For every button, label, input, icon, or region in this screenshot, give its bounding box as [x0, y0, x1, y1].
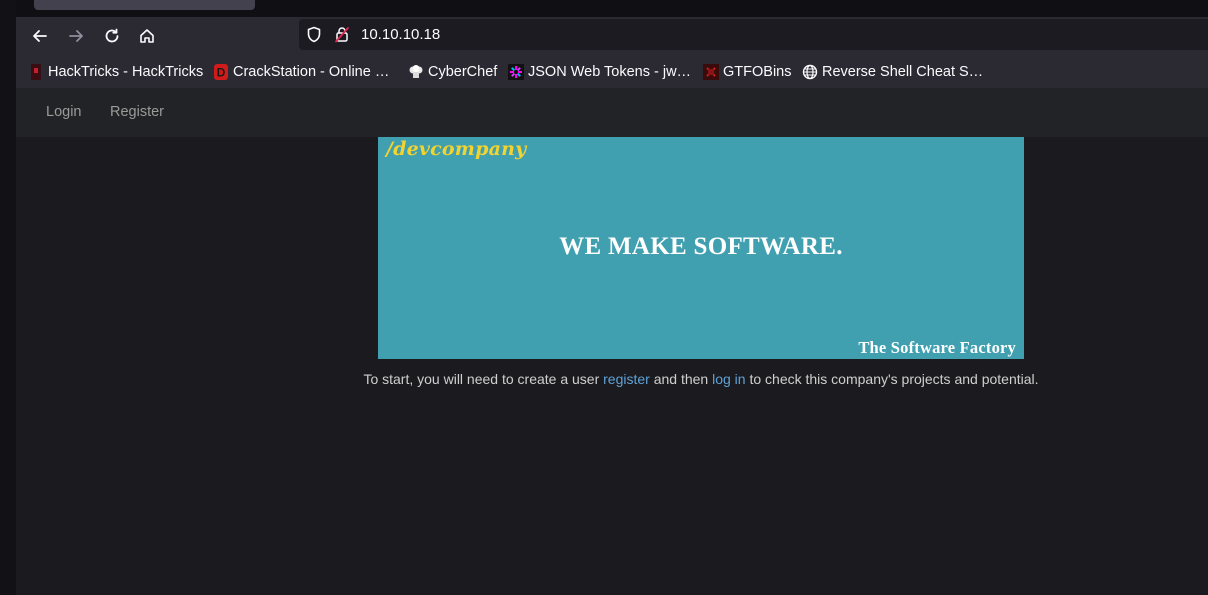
login-inline-link[interactable]: log in	[712, 371, 745, 387]
forward-button[interactable]	[62, 22, 90, 50]
bookmark-label: Reverse Shell Cheat S…	[822, 64, 984, 80]
reload-icon	[105, 28, 119, 43]
bookmark-label: CyberChef	[428, 64, 498, 80]
bookmark-jwt[interactable]: JSON Web Tokens - jw…	[508, 63, 691, 81]
bookmark-label: JSON Web Tokens - jw…	[528, 64, 692, 80]
intro-text-middle: and then	[649, 371, 713, 387]
back-button[interactable]	[26, 22, 54, 50]
home-button[interactable]	[133, 22, 161, 50]
tab-strip	[16, 0, 1208, 17]
bookmarks-toolbar: HackTricks - HackTricks D CrackStation -…	[16, 54, 1208, 88]
register-inline-link[interactable]: register	[603, 371, 650, 387]
hero-headline: WE MAKE SOFTWARE.	[559, 233, 843, 260]
arrow-left-icon	[33, 30, 47, 42]
intro-text-end: to check this company's projects and pot…	[745, 371, 1039, 387]
bookmark-crackstation[interactable]: D CrackStation - Online …	[213, 63, 389, 81]
site-navbar: Login Register	[16, 88, 1208, 137]
bookmark-hacktricks[interactable]: HackTricks - HackTricks	[28, 63, 203, 81]
hacktricks-icon	[28, 64, 44, 80]
svg-text:D: D	[217, 66, 226, 80]
browser-toolbar: 10.10.10.18	[16, 17, 1208, 54]
bookmark-label: CrackStation - Online …	[233, 64, 390, 80]
page-content: Login Register /devcompany WE MAKE SOFTW…	[16, 88, 1208, 595]
cyberchef-icon	[408, 64, 424, 80]
crackstation-icon: D	[213, 64, 229, 80]
shield-icon[interactable]	[306, 26, 322, 43]
bookmark-label: HackTricks - HackTricks	[48, 64, 204, 80]
active-tab[interactable]	[34, 0, 255, 10]
jwt-icon	[508, 64, 524, 80]
url-text[interactable]: 10.10.10.18	[361, 26, 440, 43]
bookmark-gtfobins[interactable]: GTFOBins	[703, 63, 791, 81]
bookmark-label: GTFOBins	[723, 64, 792, 80]
intro-text: To start, you will need to create a user…	[16, 371, 1208, 387]
hero-banner: /devcompany WE MAKE SOFTWARE. The Softwa…	[378, 137, 1024, 359]
brand-logo-text: /devcompany	[386, 138, 527, 160]
bookmark-cyberchef[interactable]: CyberChef	[408, 63, 497, 81]
bookmark-reverse-shell[interactable]: Reverse Shell Cheat S…	[802, 63, 983, 81]
intro-text-start: To start, you will need to create a user	[363, 371, 604, 387]
register-link[interactable]: Register	[110, 104, 164, 120]
arrow-right-icon	[69, 30, 83, 42]
home-icon	[140, 29, 154, 43]
reload-button[interactable]	[98, 22, 126, 50]
address-bar[interactable]: 10.10.10.18	[299, 19, 1208, 50]
insecure-lock-icon[interactable]	[334, 26, 350, 43]
hero-tagline: The Software Factory	[858, 338, 1016, 357]
gtfobins-icon	[703, 64, 719, 80]
left-edge	[0, 0, 16, 595]
login-link[interactable]: Login	[46, 104, 81, 120]
globe-icon	[802, 64, 818, 80]
